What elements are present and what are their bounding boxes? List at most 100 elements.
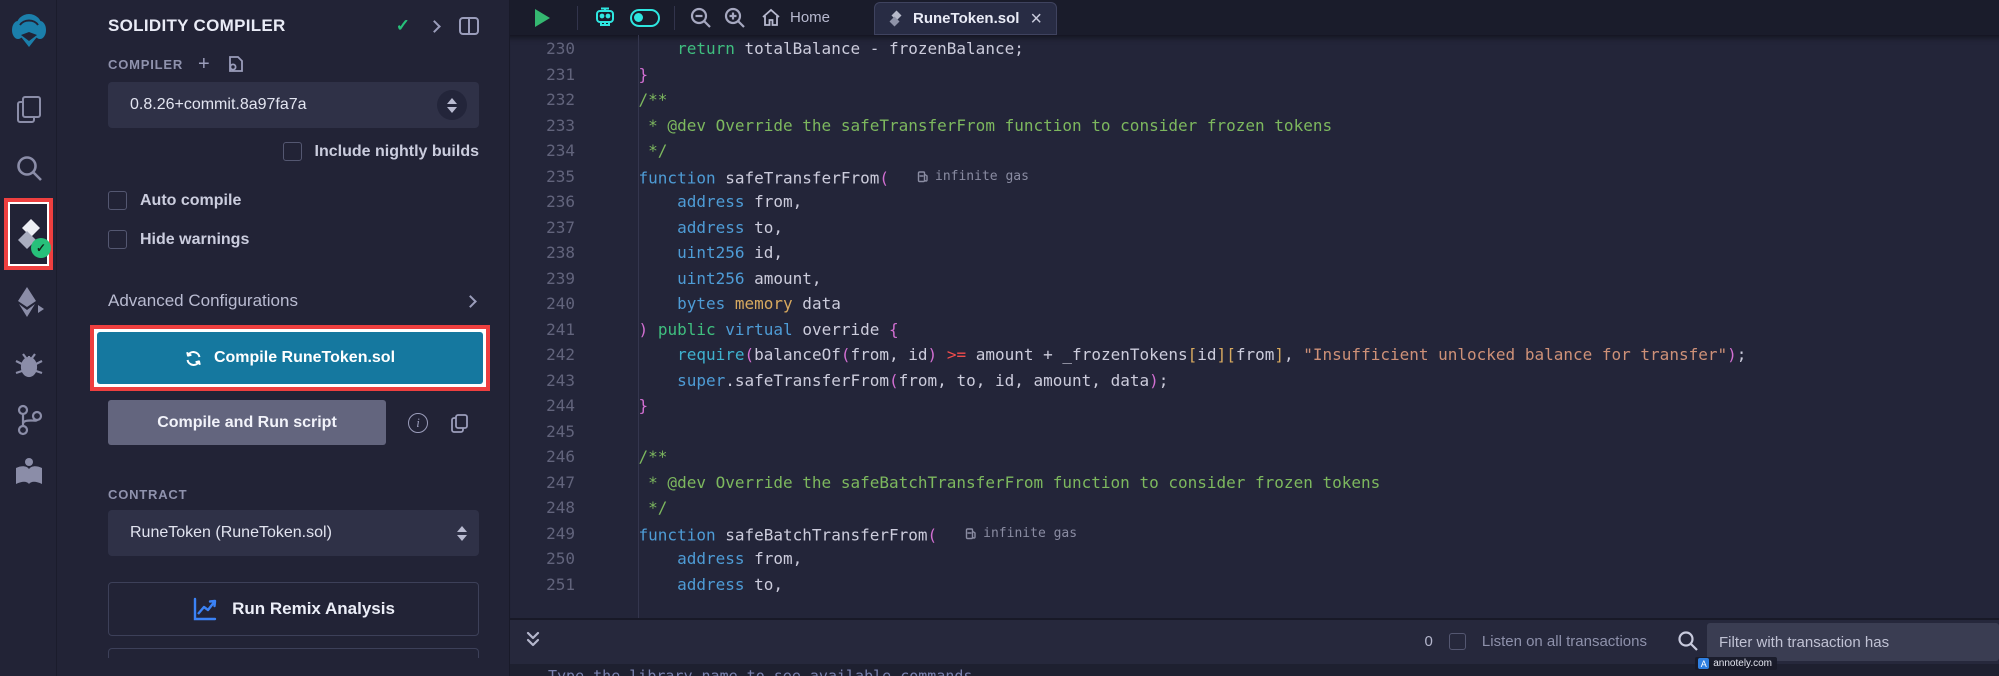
search-icon[interactable] (0, 150, 57, 186)
code-line[interactable]: 246 /** (510, 444, 1999, 470)
code-line[interactable]: 231 } (510, 62, 1999, 88)
refresh-icon (185, 350, 202, 367)
add-compiler-icon[interactable]: + (198, 57, 210, 71)
line-number: 231 (510, 62, 575, 88)
code-line[interactable]: 244 } (510, 393, 1999, 419)
file-explorer-icon[interactable] (0, 92, 57, 128)
code-lines[interactable]: 230 return totalBalance - frozenBalance;… (510, 36, 1999, 597)
code-line[interactable]: 245 (510, 419, 1999, 445)
terminal-controls: 0 Listen on all transactions (1425, 620, 1699, 662)
code-line[interactable]: 239 uint256 amount, (510, 266, 1999, 292)
line-number: 233 (510, 113, 575, 139)
run-script-play-icon[interactable] (535, 9, 550, 27)
code-line[interactable]: 234 */ (510, 138, 1999, 164)
code-line[interactable]: 247 * @dev Override the safeBatchTransfe… (510, 470, 1999, 496)
include-nightly-checkbox[interactable] (283, 142, 302, 161)
zoom-in-icon[interactable] (723, 6, 747, 30)
copilot-toggle[interactable] (630, 9, 660, 27)
code-line[interactable]: 237 address to, (510, 215, 1999, 241)
solidity-compiler-icon[interactable]: ✓ (8, 202, 49, 266)
run-remix-analysis-button[interactable]: Run Remix Analysis (108, 582, 479, 636)
home-button[interactable]: Home (761, 8, 830, 27)
line-number: 248 (510, 495, 575, 521)
code-line[interactable]: 249 function safeBatchTransferFrom(infin… (510, 521, 1999, 547)
contract-section-row: CONTRACT (108, 487, 479, 502)
code-line[interactable]: 240 bytes memory data (510, 291, 1999, 317)
version-select-arrows-icon[interactable] (437, 90, 467, 120)
git-icon[interactable] (0, 400, 57, 440)
remix-logo-icon[interactable] (0, 6, 57, 54)
line-number: 243 (510, 368, 575, 394)
contract-select[interactable]: RuneToken (RuneToken.sol) (108, 510, 479, 556)
hide-warnings-checkbox-row[interactable]: Hide warnings (108, 230, 479, 249)
editor-tab-bar: Home RuneToken.sol × (510, 0, 1999, 35)
line-number: 234 (510, 138, 575, 164)
expand-terminal-icon[interactable] (524, 630, 542, 650)
tab-close-icon[interactable]: × (1030, 11, 1042, 27)
chevron-right-icon[interactable] (428, 20, 441, 33)
ai-assistant-robot-icon[interactable] (592, 5, 618, 31)
compiler-version-value: 0.8.26+commit.8a97fa7a (130, 96, 307, 114)
panel-layout-icon[interactable] (459, 17, 479, 35)
contract-section-label: CONTRACT (108, 487, 187, 502)
info-icon[interactable]: i (408, 413, 428, 433)
compile-button[interactable]: Compile RuneToken.sol (97, 332, 483, 384)
terminal-panel: 0 Listen on all transactions A annotely.… (510, 618, 1999, 676)
code-line[interactable]: 238 uint256 id, (510, 240, 1999, 266)
hide-warnings-checkbox[interactable] (108, 230, 127, 249)
terminal-search-icon[interactable] (1677, 630, 1699, 652)
deploy-run-icon[interactable] (0, 282, 57, 322)
code-line[interactable]: 243 super.safeTransferFrom(from, to, id,… (510, 368, 1999, 394)
chart-icon (192, 597, 218, 621)
code-line[interactable]: 232 /** (510, 87, 1999, 113)
compiled-check-icon: ✓ (396, 16, 410, 36)
code-line[interactable]: 251 address to, (510, 572, 1999, 598)
code-line[interactable]: 236 address from, (510, 189, 1999, 215)
transaction-filter-input[interactable] (1707, 623, 1999, 661)
code-line[interactable]: 230 return totalBalance - frozenBalance; (510, 36, 1999, 62)
debugger-icon[interactable] (0, 344, 57, 384)
solidity-file-icon (889, 10, 902, 27)
compiler-version-select[interactable]: 0.8.26+commit.8a97fa7a (108, 82, 479, 128)
code-line[interactable]: 248 */ (510, 495, 1999, 521)
watermark: A annotely.com (1695, 657, 1777, 670)
code-line[interactable]: 241 ) public virtual override { (510, 317, 1999, 343)
line-number: 247 (510, 470, 575, 496)
solidity-compiler-panel: SOLIDITY COMPILER ✓ COMPILER + 0.8.26+co… (57, 0, 510, 676)
compile-run-row: Compile and Run script i (108, 400, 479, 445)
compiler-section-label: COMPILER (108, 57, 183, 72)
code-line[interactable]: 235 function safeTransferFrom(infinite g… (510, 164, 1999, 190)
compiler-annotation-box: ✓ (4, 198, 53, 270)
line-number: 249 (510, 521, 575, 547)
transaction-count: 0 (1425, 633, 1433, 650)
compile-and-run-button[interactable]: Compile and Run script (108, 400, 386, 445)
gas-estimate-annotation: infinite gas (917, 164, 1029, 190)
code-line[interactable]: 250 address from, (510, 546, 1999, 572)
auto-compile-checkbox-row[interactable]: Auto compile (108, 191, 479, 210)
tab-runetoken-sol[interactable]: RuneToken.sol × (874, 2, 1057, 35)
learn-icon[interactable] (0, 452, 57, 492)
code-line[interactable]: 233 * @dev Override the safeTransferFrom… (510, 113, 1999, 139)
copy-icon[interactable] (450, 413, 469, 433)
advanced-configurations-toggle[interactable]: Advanced Configurations (108, 291, 479, 311)
code-editor[interactable]: 230 return totalBalance - frozenBalance;… (510, 35, 1999, 618)
auto-compile-checkbox[interactable] (108, 191, 127, 210)
toolbar-divider (577, 6, 578, 30)
listen-all-checkbox[interactable] (1449, 633, 1466, 650)
line-number: 250 (510, 546, 575, 572)
line-number: 246 (510, 444, 575, 470)
line-number: 230 (510, 36, 575, 62)
gas-estimate-annotation: infinite gas (965, 521, 1077, 547)
line-number: 244 (510, 393, 575, 419)
watermark-text: annotely.com (1713, 658, 1772, 669)
hide-warnings-label: Hide warnings (140, 231, 249, 249)
include-nightly-checkbox-row[interactable]: Include nightly builds (108, 142, 479, 161)
auto-compile-label: Auto compile (140, 192, 241, 210)
panel-header: SOLIDITY COMPILER ✓ (108, 12, 479, 40)
compiler-section-row: COMPILER + (108, 54, 479, 74)
compiler-license-icon[interactable] (225, 54, 245, 74)
code-line[interactable]: 242 require(balanceOf(from, id) >= amoun… (510, 342, 1999, 368)
terminal-hint-text: Type the library name to see available c… (548, 667, 972, 676)
zoom-out-icon[interactable] (689, 6, 713, 30)
line-number: 239 (510, 266, 575, 292)
